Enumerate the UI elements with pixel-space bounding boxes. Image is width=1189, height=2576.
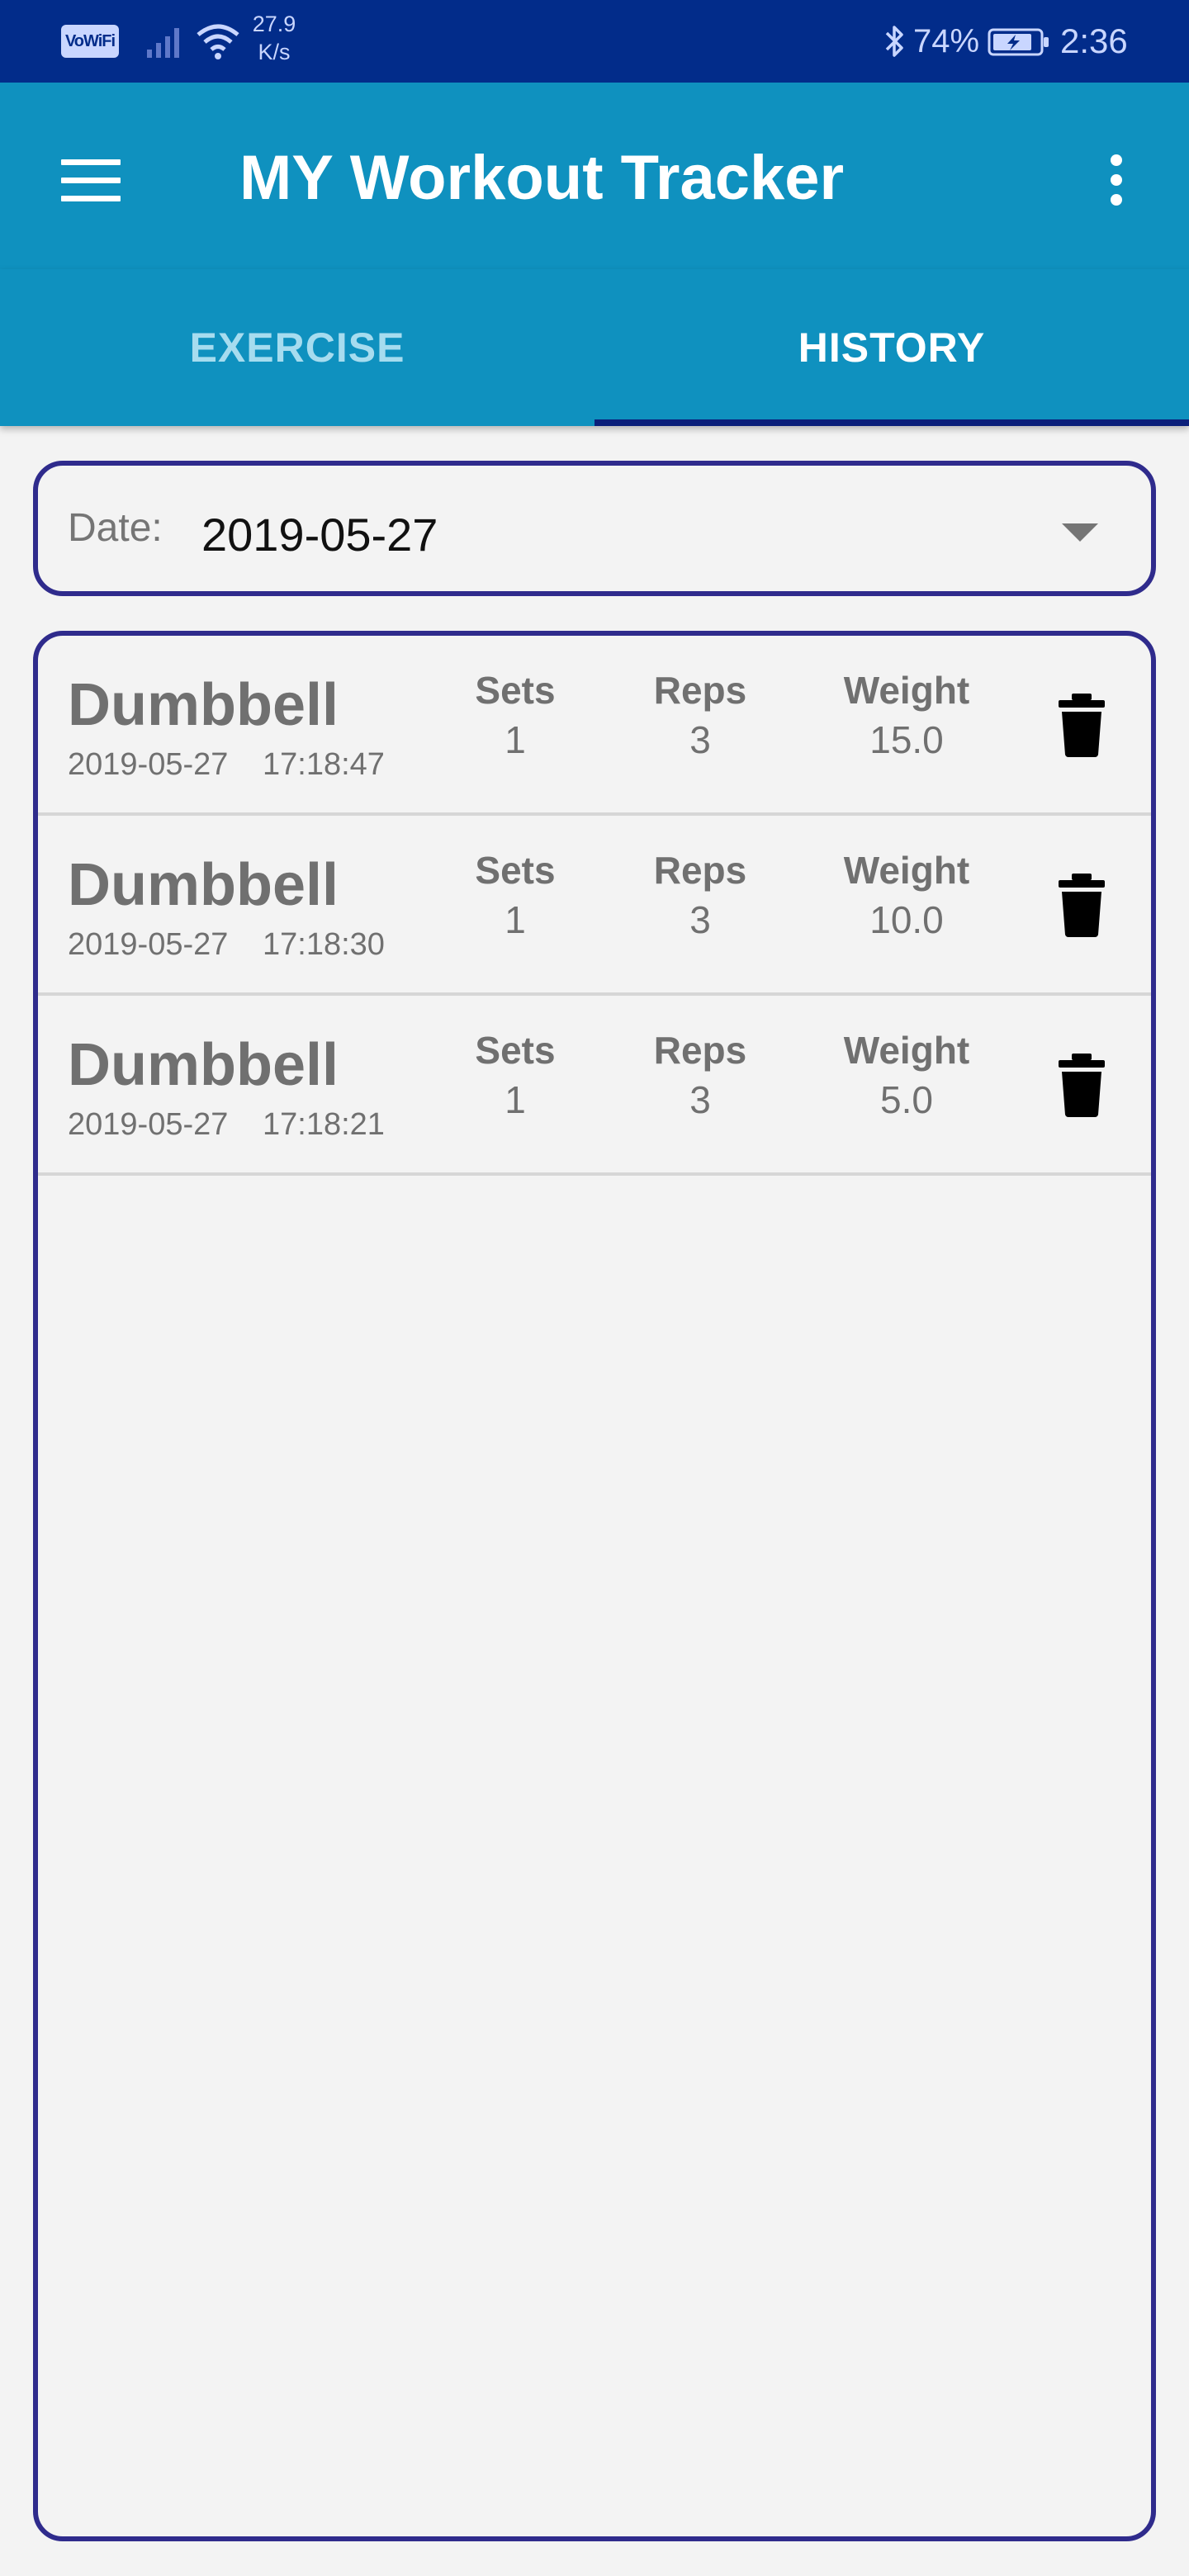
vowifi-icon: VoWiFi: [61, 25, 119, 58]
reps-header: Reps: [653, 669, 747, 712]
sets-header: Sets: [475, 669, 556, 712]
reps-header: Reps: [653, 1029, 747, 1072]
sets-value: 1: [504, 898, 526, 941]
weight-header: Weight: [843, 1029, 970, 1072]
reps-column: Reps 3: [618, 1025, 783, 1125]
sets-column: Sets 1: [433, 665, 598, 765]
sets-value: 1: [504, 1078, 526, 1121]
weight-column: Weight 15.0: [824, 665, 989, 765]
tab-bar: EXERCISE HISTORY: [0, 269, 1189, 426]
reps-value: 3: [689, 1078, 711, 1121]
entry-date: 2019-05-27: [68, 927, 229, 962]
tab-exercise-label: EXERCISE: [189, 324, 405, 371]
app-bar: MY Workout Tracker: [0, 83, 1189, 269]
weight-value: 5.0: [880, 1078, 933, 1121]
signal-icon: [147, 28, 179, 58]
weight-header: Weight: [843, 669, 970, 712]
sets-header: Sets: [475, 1029, 556, 1072]
clock: 2:36: [1060, 21, 1128, 60]
trash-icon[interactable]: [1055, 1052, 1108, 1118]
entry-time: 17:18:47: [263, 747, 385, 782]
history-entry[interactable]: Dumbbell 2019-05-27 17:18:47 Sets 1 Reps…: [38, 636, 1151, 816]
weight-column: Weight 5.0: [824, 1025, 989, 1125]
wifi-icon: [197, 24, 239, 59]
sets-header: Sets: [475, 849, 556, 892]
date-label: Date:: [68, 506, 163, 550]
reps-column: Reps 3: [618, 665, 783, 765]
exercise-name: Dumbbell: [68, 852, 339, 918]
exercise-name: Dumbbell: [68, 1032, 339, 1098]
entry-date: 2019-05-27: [68, 747, 229, 782]
reps-value: 3: [689, 718, 711, 761]
app-title: MY Workout Tracker: [239, 143, 845, 213]
sets-value: 1: [504, 718, 526, 761]
network-speed-unit: K/s: [258, 40, 291, 64]
weight-value: 10.0: [869, 898, 944, 941]
weight-column: Weight 10.0: [824, 845, 989, 945]
tab-history-label: HISTORY: [798, 324, 986, 371]
trash-icon[interactable]: [1055, 872, 1108, 938]
weight-value: 15.0: [869, 718, 944, 761]
sets-column: Sets 1: [433, 845, 598, 945]
dropdown-arrow-icon[interactable]: [1062, 523, 1098, 542]
weight-header: Weight: [843, 849, 970, 892]
reps-column: Reps 3: [618, 845, 783, 945]
date-selector[interactable]: Date: 2019-05-27: [33, 461, 1156, 596]
entry-date: 2019-05-27: [68, 1107, 229, 1142]
reps-header: Reps: [653, 849, 747, 892]
bluetooth-icon: [885, 26, 903, 57]
menu-icon[interactable]: [56, 149, 126, 211]
tab-exercise[interactable]: EXERCISE: [0, 269, 594, 426]
reps-value: 3: [689, 898, 711, 941]
history-entry[interactable]: Dumbbell 2019-05-27 17:18:30 Sets 1 Reps…: [38, 816, 1151, 996]
tab-history[interactable]: HISTORY: [594, 269, 1189, 426]
exercise-name: Dumbbell: [68, 672, 339, 738]
status-bar: VoWiFi 27.9 K/s 74% 2:36: [0, 0, 1189, 83]
sets-column: Sets 1: [433, 1025, 598, 1125]
trash-icon[interactable]: [1055, 692, 1108, 758]
tab-selected-indicator: [594, 419, 1189, 426]
history-list: Dumbbell 2019-05-27 17:18:47 Sets 1 Reps…: [33, 631, 1156, 2541]
more-vert-icon[interactable]: [1097, 145, 1136, 215]
entry-time: 17:18:21: [263, 1107, 385, 1142]
entry-time: 17:18:30: [263, 927, 385, 962]
battery-percentage: 74%: [913, 23, 980, 59]
network-speed-value: 27.9: [252, 12, 296, 36]
battery-charging-icon: [988, 28, 1049, 56]
network-speed: 27.9 K/s: [244, 10, 304, 66]
history-entry[interactable]: Dumbbell 2019-05-27 17:18:21 Sets 1 Reps…: [38, 996, 1151, 1176]
date-value: 2019-05-27: [201, 509, 438, 561]
